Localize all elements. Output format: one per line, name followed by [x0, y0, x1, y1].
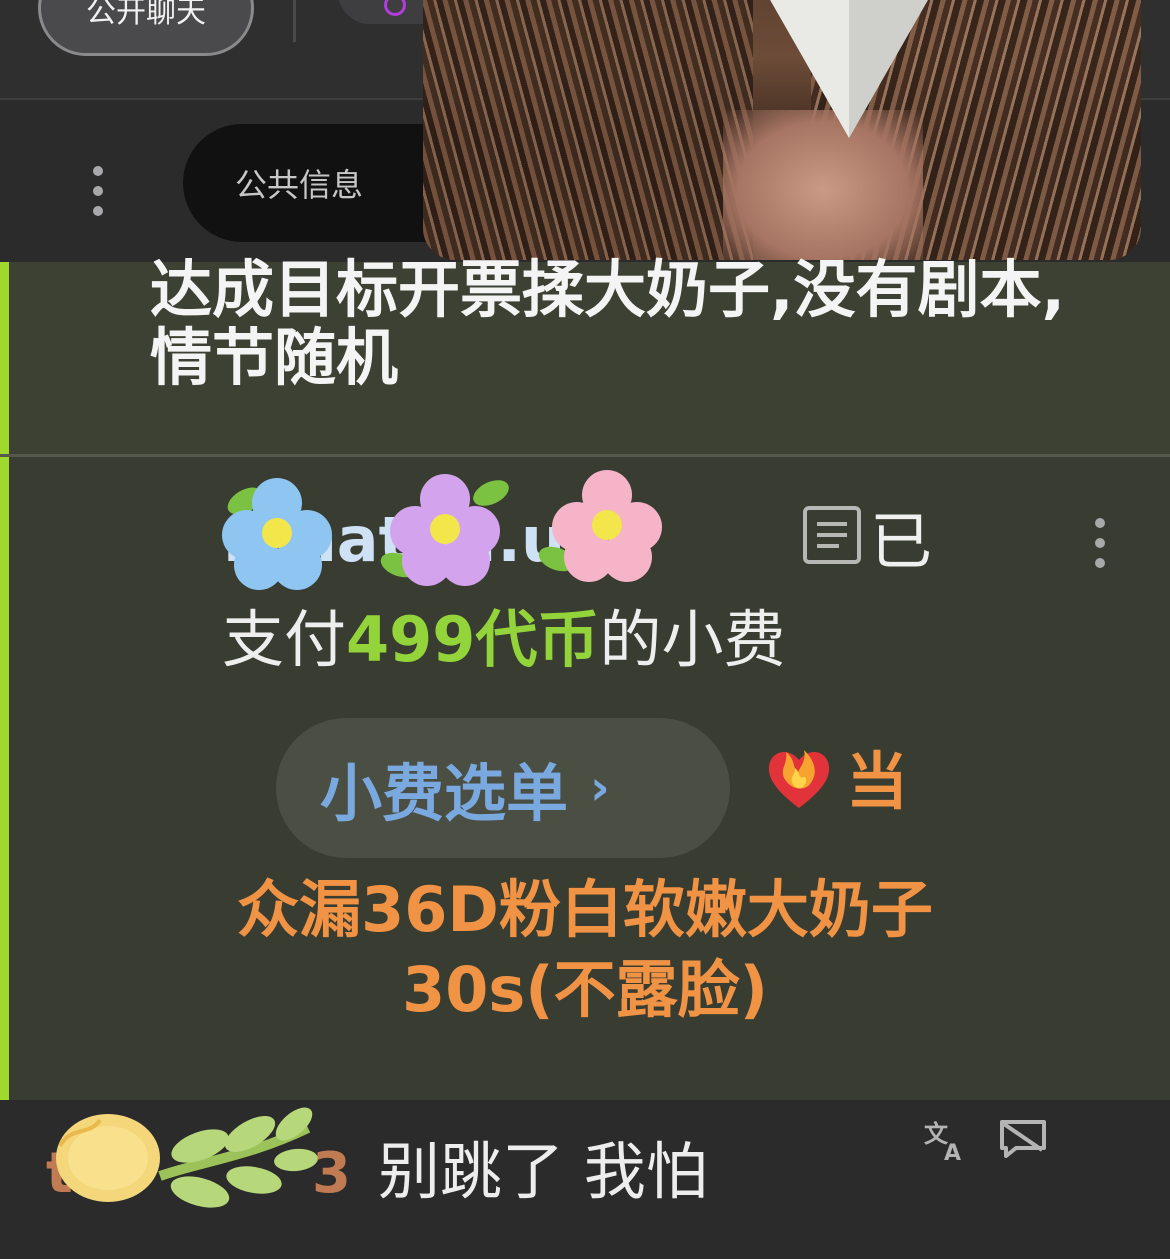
room-topic-text: 达成目标开票揉大奶子,没有剧本,情节随机 — [150, 253, 1066, 394]
video-hair-left — [423, 0, 753, 260]
tab-divider — [293, 0, 296, 42]
tip-menu-label: 小费选单 — [320, 757, 569, 830]
blue-flower-sticker — [222, 478, 332, 590]
paid-suffix: 的小费 — [599, 603, 786, 676]
chevron-right-icon: › — [590, 760, 610, 816]
paid-prefix: 支付 — [222, 603, 347, 676]
room-topic-message: 达成目标开票揉大奶子,没有剧本,情节随机 — [0, 256, 1170, 454]
username-sticker-overlay — [56, 1107, 318, 1208]
message-accent-bar — [0, 457, 9, 1100]
tip-paid-line: 支付499代币的小费 — [222, 600, 785, 680]
message-accent-bar — [0, 262, 9, 454]
message-more-options-icon[interactable] — [1095, 518, 1105, 568]
tip-amount: 499代币 — [346, 603, 600, 676]
more-options-icon[interactable] — [93, 166, 103, 216]
tip-item-prefix: 当 — [846, 745, 909, 818]
heart-on-fire-icon — [768, 750, 830, 808]
private-status-icon — [384, 0, 406, 16]
pink-flower-sticker — [535, 470, 662, 582]
chat-message-text: 别跳了 我怕 — [378, 1135, 708, 1208]
already-label: 已 — [870, 505, 933, 578]
hide-message-icon[interactable] — [998, 1118, 1048, 1158]
tip-menu-button[interactable]: 小费选单 › — [276, 718, 730, 858]
translate-icon[interactable]: 文 A — [922, 1116, 970, 1164]
tab-public-chat[interactable]: 公开聊天 — [38, 0, 254, 56]
purple-flower-sticker — [377, 474, 513, 586]
username-sticker-overlay — [222, 470, 682, 590]
chat-username-suffix: 3 — [312, 1141, 351, 1206]
video-mask-shade — [849, 0, 945, 138]
document-icon[interactable] — [803, 506, 861, 564]
svg-text:A: A — [944, 1141, 961, 1164]
video-preview[interactable] — [423, 0, 1141, 260]
tip-item-text: 众漏36D粉白软嫩大奶子30s(不露脸) — [237, 873, 933, 1026]
